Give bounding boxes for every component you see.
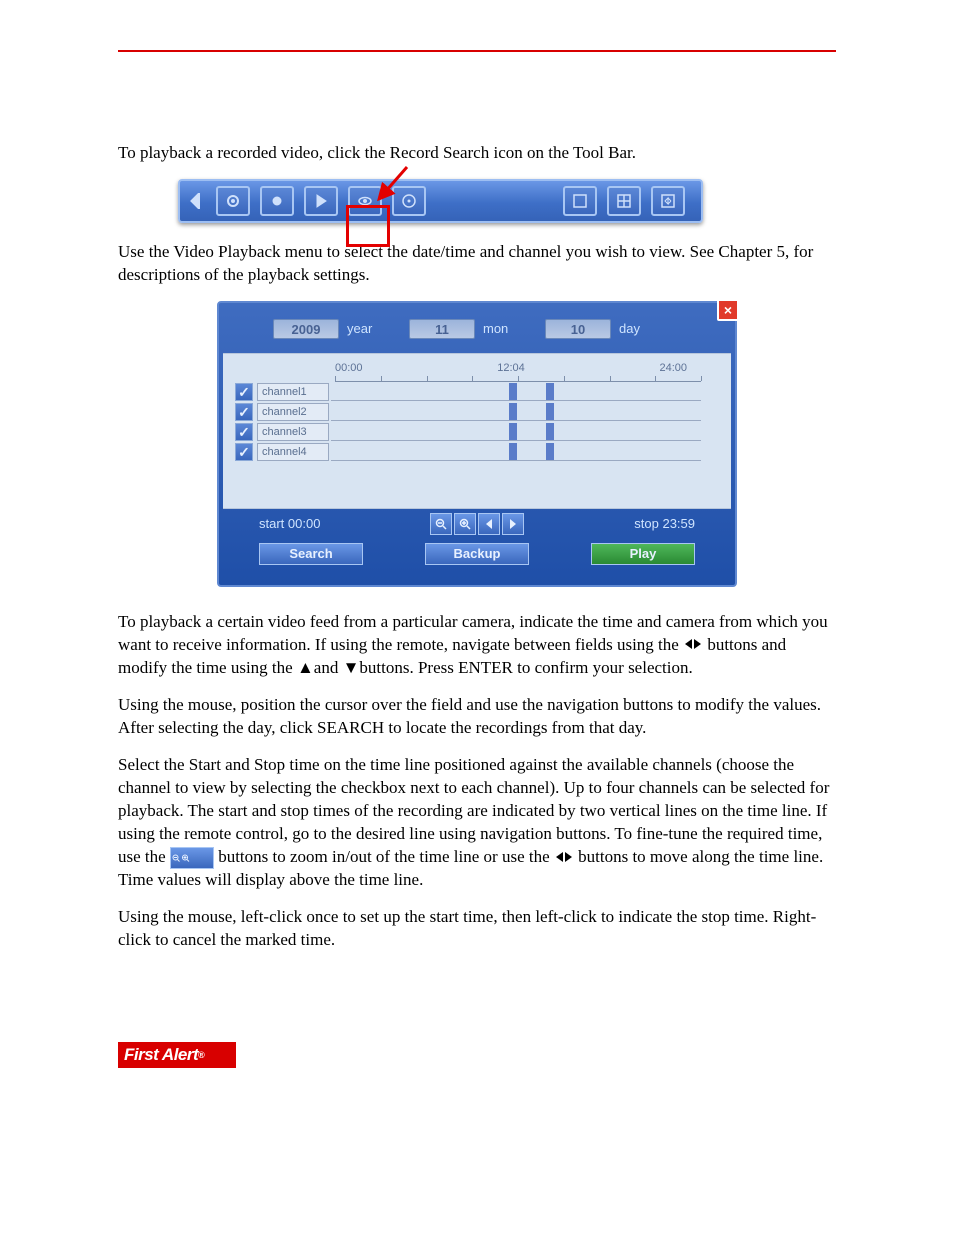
right-triangle-icon xyxy=(564,847,574,870)
channel-label: channel2 xyxy=(257,403,329,421)
document-page: To playback a recorded video, click the … xyxy=(0,0,954,1128)
timeline-marker-start[interactable] xyxy=(509,403,517,420)
toolbar-screenshot xyxy=(178,179,703,223)
timeline-ruler xyxy=(335,376,701,382)
paragraph: To playback a recorded video, click the … xyxy=(118,142,836,165)
zoom-out-icon[interactable] xyxy=(430,513,452,535)
timeline-marker-start[interactable] xyxy=(509,423,517,440)
year-label: year xyxy=(347,321,383,336)
dvr-toolbar xyxy=(178,179,703,223)
backup-button[interactable]: Backup xyxy=(425,543,529,565)
timeline-marker-stop[interactable] xyxy=(546,403,554,420)
year-input[interactable]: 2009 xyxy=(273,319,339,339)
timeline-marker-stop[interactable] xyxy=(546,383,554,400)
left-triangle-icon xyxy=(683,634,693,657)
settings-icon[interactable] xyxy=(216,186,250,216)
text: Use the Video Playback menu to select th… xyxy=(118,242,794,261)
zoom-in-icon[interactable] xyxy=(454,513,476,535)
search-button[interactable]: Search xyxy=(259,543,363,565)
play-button[interactable]: Play xyxy=(591,543,695,565)
paragraph: Use the Video Playback menu to select th… xyxy=(118,241,836,287)
zoom-icons-inline xyxy=(170,847,214,869)
channel-label: channel1 xyxy=(257,383,329,401)
timeline-start-label: 00:00 xyxy=(335,362,363,374)
logo-reg: ® xyxy=(198,1050,204,1060)
logo-text: First Alert xyxy=(124,1045,198,1064)
header-rule xyxy=(118,50,836,52)
channel-row: ✓channel1 xyxy=(235,382,701,402)
callout-arrow xyxy=(373,165,413,205)
month-input[interactable]: 11 xyxy=(409,319,475,339)
channel-checkbox[interactable]: ✓ xyxy=(235,383,253,401)
day-input[interactable]: 10 xyxy=(545,319,611,339)
channel-row: ✓channel3 xyxy=(235,422,701,442)
channel-checkbox[interactable]: ✓ xyxy=(235,443,253,461)
channel-label: channel3 xyxy=(257,423,329,441)
text: buttons to zoom in/out of the time line … xyxy=(218,847,554,866)
single-view-icon[interactable] xyxy=(563,186,597,216)
start-time-label: start 00:00 xyxy=(259,516,320,531)
timeline-marker-start[interactable] xyxy=(509,383,517,400)
close-button[interactable]: × xyxy=(717,299,739,321)
timeline-marker-stop[interactable] xyxy=(546,423,554,440)
timeline-panel: 00:00 12:04 24:00 ✓channel1✓channel2✓cha… xyxy=(223,353,731,509)
timeline-marker-start[interactable] xyxy=(509,443,517,460)
channel-checkbox[interactable]: ✓ xyxy=(235,403,253,421)
first-alert-logo: First Alert® xyxy=(118,1042,236,1068)
toolbar-collapse-icon[interactable] xyxy=(186,186,206,216)
right-triangle-icon xyxy=(693,634,703,657)
timeline-mid-label: 12:04 xyxy=(497,362,525,374)
paragraph: Select the Start and Stop time on the ti… xyxy=(118,754,836,892)
timeline-nav-icons xyxy=(430,513,524,535)
step-left-icon[interactable] xyxy=(478,513,500,535)
step-right-icon[interactable] xyxy=(502,513,524,535)
channel-timeline[interactable] xyxy=(331,443,701,461)
stop-time-label: stop 23:59 xyxy=(634,516,695,531)
channel-checkbox[interactable]: ✓ xyxy=(235,423,253,441)
paragraph: To playback a certain video feed from a … xyxy=(118,611,836,680)
playback-controls: start 00:00 stop 23:59 Search Backup Pla… xyxy=(223,509,731,581)
paragraph: Using the mouse, position the cursor ove… xyxy=(118,694,836,740)
play-icon[interactable] xyxy=(304,186,338,216)
paragraph: Using the mouse, left-click once to set … xyxy=(118,906,836,952)
day-label: day xyxy=(619,321,655,336)
left-triangle-icon xyxy=(554,847,564,870)
month-label: mon xyxy=(483,321,519,336)
date-selector-row: 2009 year 11 mon 10 day xyxy=(223,307,731,353)
channel-label: channel4 xyxy=(257,443,329,461)
channel-timeline[interactable] xyxy=(331,423,701,441)
sequence-icon[interactable] xyxy=(651,186,685,216)
quad-view-icon[interactable] xyxy=(607,186,641,216)
channel-row: ✓channel4 xyxy=(235,442,701,462)
channel-row: ✓channel2 xyxy=(235,402,701,422)
channel-timeline[interactable] xyxy=(331,383,701,401)
timeline-end-label: 24:00 xyxy=(659,362,687,374)
record-icon[interactable] xyxy=(260,186,294,216)
channel-timeline[interactable] xyxy=(331,403,701,421)
playback-menu-screenshot: × 2009 year 11 mon 10 day 00:00 12: xyxy=(217,301,737,587)
timeline-marker-stop[interactable] xyxy=(546,443,554,460)
